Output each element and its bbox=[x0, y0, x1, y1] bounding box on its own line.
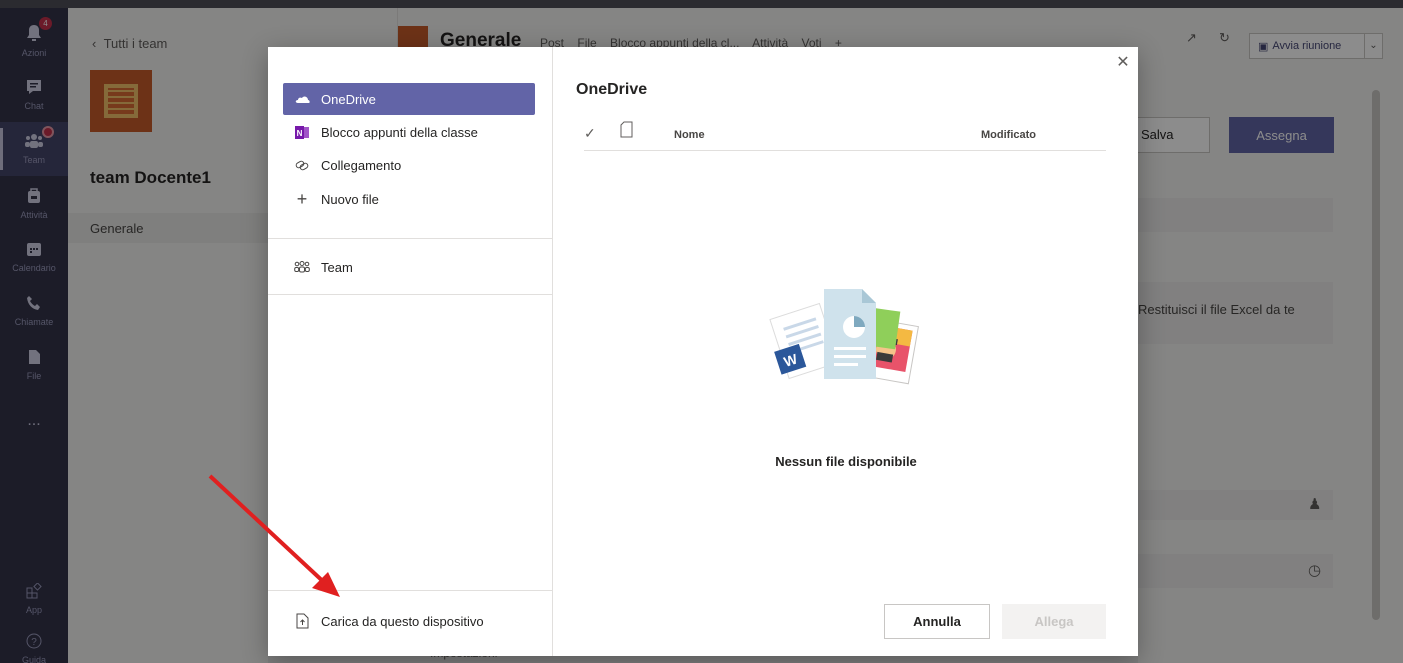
plus-icon: + bbox=[296, 188, 308, 209]
sidebar-item-label: OneDrive bbox=[321, 91, 376, 107]
empty-files-illustration: W bbox=[769, 289, 919, 385]
dialog-main: OneDrive ✓ Nome Modificato W Nessun file… bbox=[554, 47, 1138, 656]
cancel-button[interactable]: Annulla bbox=[884, 604, 990, 639]
column-modified-header[interactable]: Modificato bbox=[981, 129, 1036, 141]
upload-label: Carica da questo dispositivo bbox=[321, 613, 484, 629]
sidebar-item-notebook[interactable]: N Blocco appunti della classe bbox=[283, 116, 535, 148]
sidebar-divider bbox=[268, 238, 553, 239]
file-type-icon bbox=[620, 121, 633, 141]
select-all-checkmark-icon[interactable]: ✓ bbox=[584, 125, 596, 142]
upload-from-device-button[interactable]: Carica da questo dispositivo bbox=[283, 605, 484, 637]
sidebar-item-label: Collegamento bbox=[321, 157, 402, 173]
team-icon bbox=[283, 261, 321, 273]
attach-file-dialog: ✕ OneDrive N Blocco appunti della classe… bbox=[268, 47, 1138, 656]
onenote-icon: N bbox=[283, 125, 321, 139]
dialog-sidebar: OneDrive N Blocco appunti della classe C… bbox=[268, 47, 553, 656]
sidebar-divider bbox=[268, 294, 553, 295]
attach-button[interactable]: Allega bbox=[1002, 604, 1106, 639]
sidebar-item-link[interactable]: Collegamento bbox=[283, 149, 535, 181]
svg-text:N: N bbox=[297, 129, 303, 138]
sidebar-item-onedrive[interactable]: OneDrive bbox=[283, 83, 535, 115]
dialog-title: OneDrive bbox=[576, 81, 648, 98]
top-strip bbox=[0, 0, 1403, 8]
sidebar-item-label: Team bbox=[321, 259, 353, 275]
sidebar-item-team[interactable]: Team bbox=[283, 251, 535, 283]
empty-state-text: Nessun file disponibile bbox=[775, 454, 917, 469]
sidebar-item-new-file[interactable]: + Nuovo file bbox=[283, 183, 535, 215]
sidebar-item-label: Blocco appunti della classe bbox=[321, 124, 478, 140]
file-list-header: ✓ Nome Modificato bbox=[584, 121, 1106, 151]
sidebar-divider bbox=[268, 590, 553, 591]
sidebar-item-label: Nuovo file bbox=[321, 191, 379, 207]
link-icon bbox=[283, 158, 321, 172]
onedrive-icon bbox=[283, 94, 321, 104]
upload-file-icon bbox=[283, 613, 321, 629]
column-name-header[interactable]: Nome bbox=[674, 129, 705, 141]
